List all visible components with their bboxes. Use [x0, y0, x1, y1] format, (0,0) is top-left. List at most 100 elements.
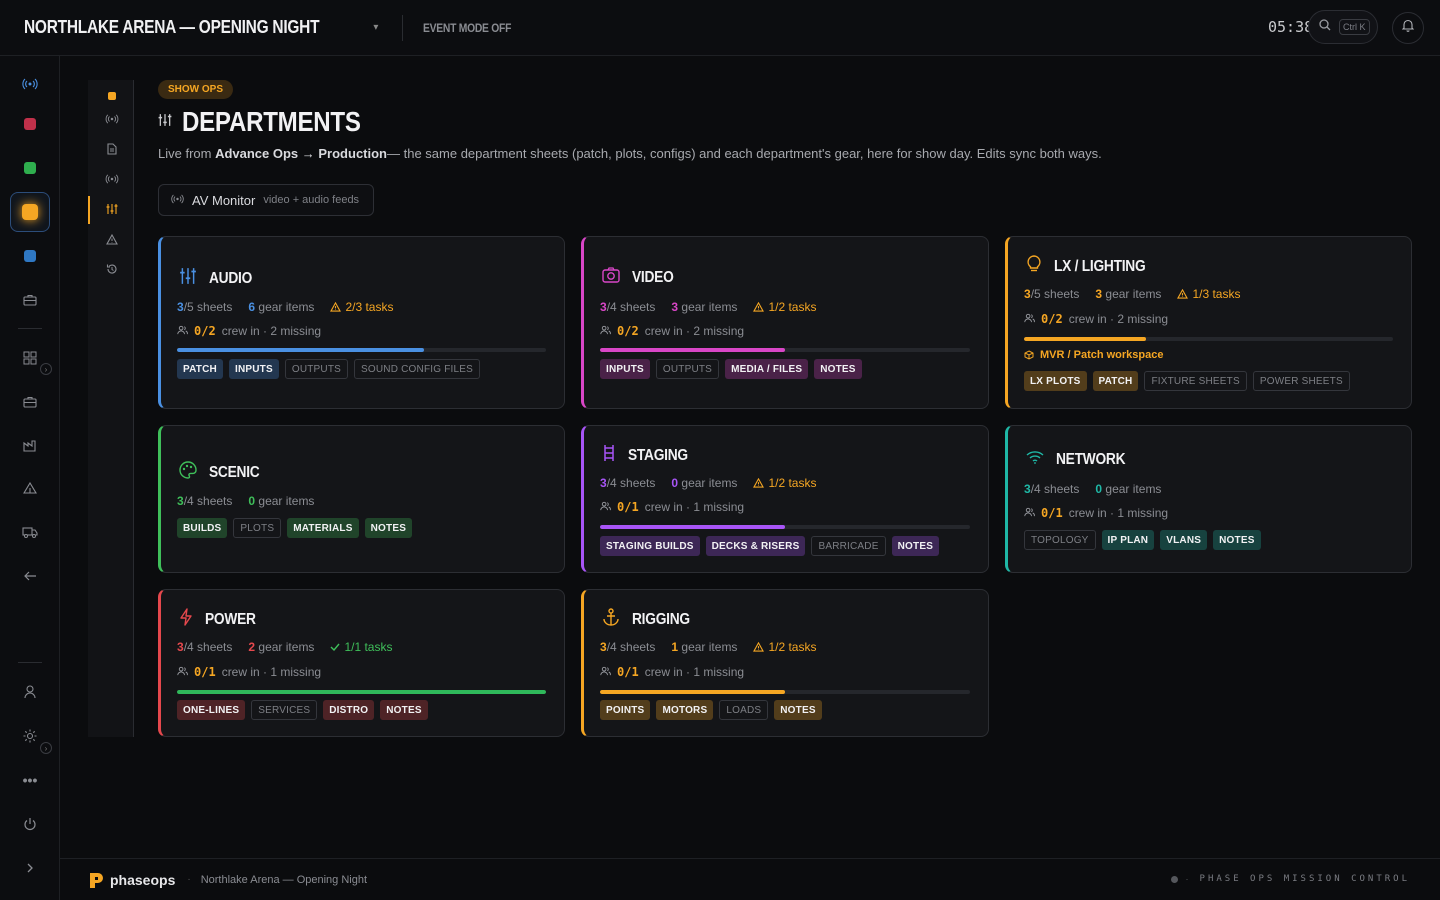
alert-icon[interactable]: [100, 227, 124, 251]
sheet-chip[interactable]: OUTPUTS: [284, 359, 349, 379]
sheet-chip[interactable]: MATERIALS: [287, 518, 359, 538]
desc-source-link[interactable]: Advance Ops → Production: [215, 146, 387, 161]
sheet-chip[interactable]: NOTES: [814, 359, 862, 379]
department-card-audio[interactable]: AUDIO 3/5 sheets 6 gear items 2/3 tasks …: [158, 236, 565, 409]
gear-count[interactable]: 0 gear items: [248, 494, 314, 508]
arrow-left-icon[interactable]: [10, 556, 50, 596]
toolbox-icon[interactable]: [10, 382, 50, 422]
department-card-power[interactable]: POWER 3/4 sheets 2 gear items 1/1 tasks …: [158, 589, 565, 737]
event-title[interactable]: NORTHLAKE ARENA — OPENING NIGHT: [24, 17, 320, 38]
chevron-down-icon[interactable]: ▾: [373, 22, 378, 33]
sliders-icon[interactable]: [100, 197, 124, 221]
tasks-count[interactable]: 2/3 tasks: [330, 300, 393, 314]
sheets-count[interactable]: 3/5 sheets: [177, 300, 232, 314]
sheet-chip[interactable]: TOPOLOGY: [1024, 530, 1096, 550]
more-icon[interactable]: •••: [10, 760, 50, 800]
sheet-chip[interactable]: NOTES: [774, 700, 822, 720]
department-card-staging[interactable]: STAGING 3/4 sheets 0 gear items 1/2 task…: [581, 425, 989, 573]
sheets-count[interactable]: 3/4 sheets: [177, 494, 232, 508]
sheet-chip[interactable]: PATCH: [1092, 371, 1139, 391]
sheets-count[interactable]: 3/4 sheets: [600, 476, 655, 490]
department-card-scenic[interactable]: SCENIC 3/4 sheets 0 gear items BUILDS PLO…: [158, 425, 565, 573]
department-card-rigging[interactable]: RIGGING 3/4 sheets 1 gear items 1/2 task…: [581, 589, 989, 737]
event-mode-toggle[interactable]: EVENT MODE OFF: [423, 21, 511, 35]
sheet-chip[interactable]: MEDIA / FILES: [725, 359, 809, 379]
gear-count[interactable]: 6 gear items: [248, 300, 314, 314]
workspace-link[interactable]: MVR / Patch workspace: [1024, 349, 1164, 361]
gear-count[interactable]: 1 gear items: [671, 640, 737, 654]
notifications-button[interactable]: [1392, 12, 1424, 44]
sheets-count[interactable]: 3/4 sheets: [177, 640, 232, 654]
rail-red-module-icon[interactable]: [10, 104, 50, 144]
sheet-chip[interactable]: INPUTS: [228, 359, 279, 379]
department-card-video[interactable]: VIDEO 3/4 sheets 3 gear items 1/2 tasks …: [581, 236, 989, 409]
sheet-chip[interactable]: NOTES: [891, 536, 940, 556]
sheet-chip[interactable]: INPUTS: [600, 359, 650, 379]
sheet-chip[interactable]: NOTES: [1213, 530, 1261, 550]
sheet-chip[interactable]: PLOTS: [233, 518, 282, 538]
tasks-count[interactable]: 1/1 tasks: [330, 640, 392, 654]
sheet-chip[interactable]: POWER SHEETS: [1252, 371, 1350, 391]
sheets-count[interactable]: 3/4 sheets: [1024, 482, 1079, 496]
sheet-chip[interactable]: BUILDS: [177, 518, 228, 538]
gear-count[interactable]: 0 gear items: [671, 476, 737, 490]
sheet-chip[interactable]: LOADS: [719, 700, 769, 720]
gear-count[interactable]: 2 gear items: [248, 640, 314, 654]
chevron-right-icon[interactable]: ›: [40, 363, 52, 375]
sheets-count[interactable]: 3/4 sheets: [600, 640, 655, 654]
sheet-chip[interactable]: POINTS: [600, 700, 651, 720]
tasks-count[interactable]: 1/2 tasks: [753, 300, 816, 314]
rail-broadcast-icon[interactable]: [10, 64, 50, 104]
av-monitor-button[interactable]: AV Monitor video + audio feeds: [158, 184, 374, 216]
sheet-chip[interactable]: FIXTURE SHEETS: [1144, 371, 1247, 391]
sheets-count[interactable]: 3/5 sheets: [1024, 287, 1079, 301]
department-card-network[interactable]: NETWORK 3/4 sheets 0 gear items 0/1 crew…: [1005, 425, 1412, 573]
sheet-chip[interactable]: DISTRO: [323, 700, 375, 720]
crew-status[interactable]: 0/2 crew in · 2 missing: [177, 324, 321, 338]
tasks-count[interactable]: 1/2 tasks: [753, 640, 816, 654]
factory-icon[interactable]: [10, 426, 50, 466]
rail-green-module-icon[interactable]: [10, 148, 50, 188]
crew-status[interactable]: 0/1 crew in · 1 missing: [177, 665, 321, 679]
sheet-chip[interactable]: ONE-LINES: [177, 700, 246, 720]
expand-sidebar-icon[interactable]: [10, 848, 50, 888]
sheet-chip[interactable]: PATCH: [177, 359, 223, 379]
crew-status[interactable]: 0/1 crew in · 1 missing: [600, 665, 744, 679]
power-icon[interactable]: [10, 804, 50, 844]
sheet-chip[interactable]: STAGING BUILDS: [600, 536, 700, 556]
sheet-chip[interactable]: VLANS: [1160, 530, 1208, 550]
history-icon[interactable]: [100, 257, 124, 281]
rail-show-ops-icon[interactable]: [10, 192, 50, 232]
rail-blue-module-icon[interactable]: [10, 236, 50, 276]
gear-count[interactable]: 3 gear items: [671, 300, 737, 314]
gear-count[interactable]: 3 gear items: [1095, 287, 1161, 301]
gear-count[interactable]: 0 gear items: [1095, 482, 1161, 496]
broadcast-icon[interactable]: [100, 107, 124, 131]
sheet-chip[interactable]: LX PLOTS: [1024, 371, 1087, 391]
user-icon[interactable]: [10, 672, 50, 712]
sheet-chip[interactable]: MOTORS: [656, 700, 714, 720]
search-button[interactable]: Ctrl K: [1308, 10, 1378, 44]
sheet-chip[interactable]: NOTES: [364, 518, 413, 538]
chevron-right-icon[interactable]: ›: [40, 742, 52, 754]
tasks-count[interactable]: 1/2 tasks: [753, 476, 816, 490]
sheet-chip[interactable]: NOTES: [380, 700, 428, 720]
broadcast-icon[interactable]: [100, 167, 124, 191]
sheet-chip[interactable]: BARRICADE: [811, 536, 886, 556]
department-card-lx-lighting[interactable]: LX / LIGHTING 3/5 sheets 3 gear items 1/…: [1005, 236, 1412, 409]
sheet-chip[interactable]: OUTPUTS: [655, 359, 720, 379]
sheet-chip[interactable]: SOUND CONFIG FILES: [354, 359, 480, 379]
tasks-count[interactable]: 1/3 tasks: [1177, 287, 1240, 301]
sheet-chip[interactable]: IP PLAN: [1101, 530, 1155, 550]
sheets-count[interactable]: 3/4 sheets: [600, 300, 655, 314]
crew-status[interactable]: 0/1 crew in · 1 missing: [1024, 506, 1168, 520]
crew-status[interactable]: 0/1 crew in · 1 missing: [600, 500, 744, 514]
sheet-chip[interactable]: DECKS & RISERS: [705, 536, 806, 556]
tent-icon[interactable]: [10, 468, 50, 508]
sheet-chip[interactable]: SERVICES: [251, 700, 318, 720]
crew-status[interactable]: 0/2 crew in · 2 missing: [600, 324, 744, 338]
briefcase-icon[interactable]: [10, 280, 50, 320]
truck-icon[interactable]: [10, 512, 50, 552]
crew-status[interactable]: 0/2 crew in · 2 missing: [1024, 312, 1168, 326]
document-icon[interactable]: [100, 137, 124, 161]
